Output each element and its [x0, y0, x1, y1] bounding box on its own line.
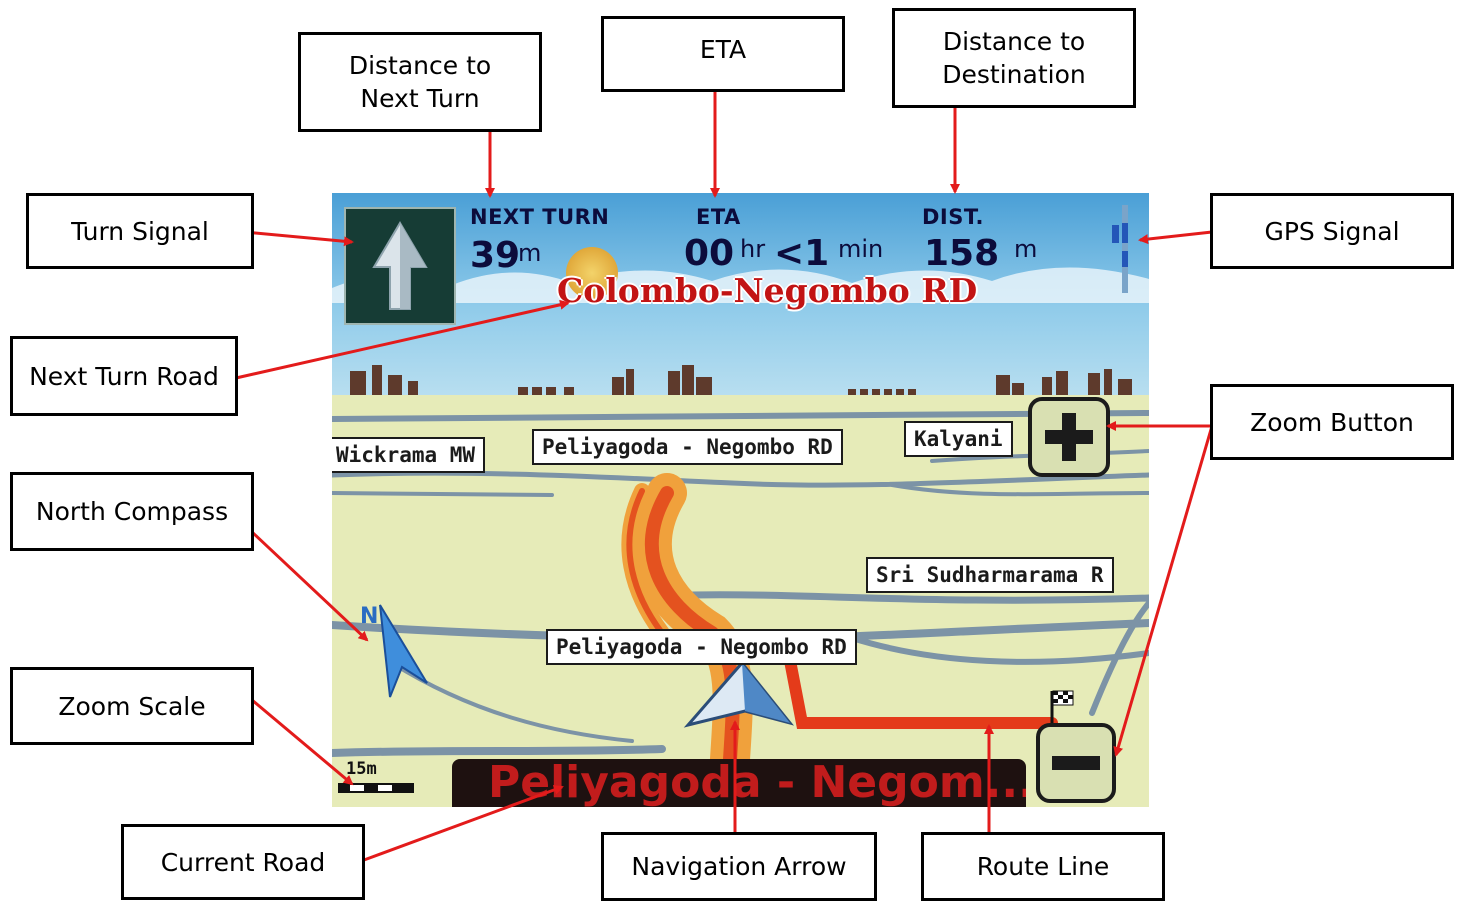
callout-route-line: Route Line [921, 832, 1165, 901]
arrow-zoom-scale [251, 698, 354, 786]
callout-distance-destination: Distance to Destination [892, 8, 1136, 108]
callout-turn-signal: Turn Signal [26, 193, 254, 269]
arrow-north-compass [250, 530, 369, 642]
arrow-next-turn-road [235, 299, 570, 380]
arrow-zoom-out [1113, 425, 1214, 757]
arrow-current-road [363, 785, 564, 862]
arrow-turn-signal [243, 230, 354, 247]
callout-zoom-button: Zoom Button [1210, 384, 1454, 460]
callout-next-turn-road: Next Turn Road [10, 336, 238, 416]
callout-current-road: Current Road [121, 824, 365, 900]
callout-zoom-scale: Zoom Scale [10, 667, 254, 745]
arrow-gps [1138, 230, 1213, 245]
callout-north-compass: North Compass [10, 472, 254, 551]
callout-gps-signal: GPS Signal [1210, 193, 1454, 269]
callout-navigation-arrow: Navigation Arrow [601, 832, 877, 901]
callout-distance-next-turn: Distance to Next Turn [298, 32, 542, 132]
callout-eta: ETA [601, 16, 845, 92]
